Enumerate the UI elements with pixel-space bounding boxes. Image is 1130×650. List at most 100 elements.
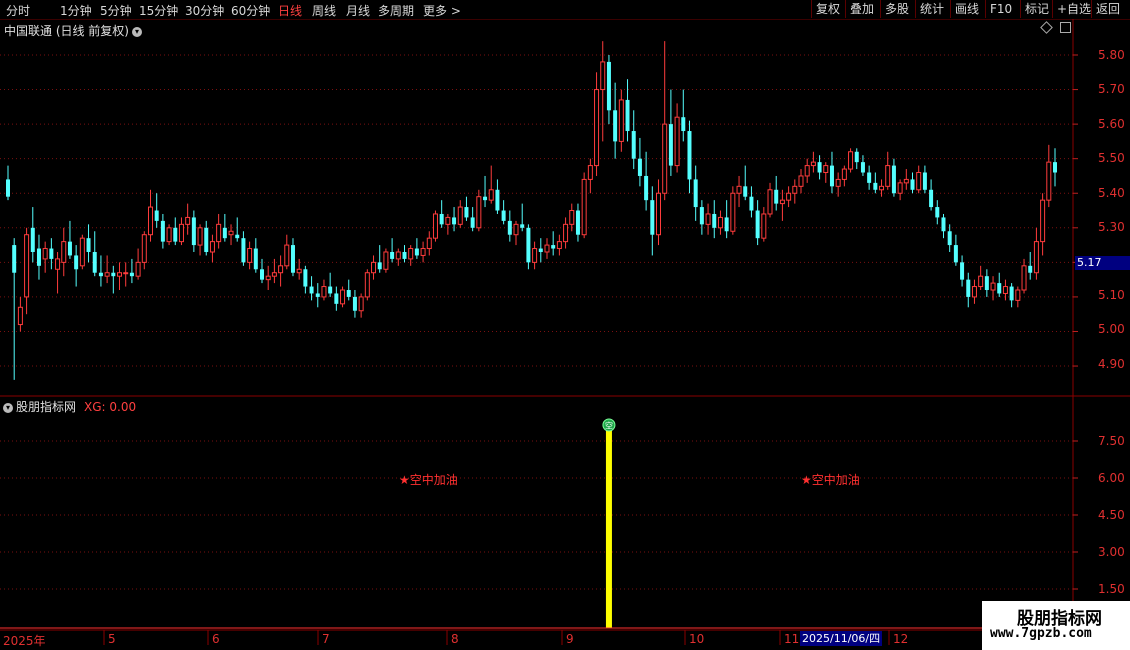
candle bbox=[953, 234, 958, 266]
candle-body bbox=[848, 151, 854, 170]
candle bbox=[637, 137, 642, 187]
candle-body bbox=[483, 196, 488, 201]
date-tick-label: 2025年 bbox=[3, 634, 46, 648]
indicator-name: 股朋指标网 bbox=[16, 400, 77, 414]
price-tick-label: 5.10 bbox=[1098, 288, 1125, 302]
candle bbox=[358, 293, 364, 318]
candle bbox=[426, 231, 432, 256]
candle bbox=[17, 296, 23, 332]
candle-body bbox=[712, 213, 717, 228]
candle bbox=[321, 279, 327, 301]
candle-body bbox=[457, 206, 463, 225]
candle-body bbox=[30, 227, 35, 252]
candle-body bbox=[247, 248, 253, 263]
candle-body bbox=[693, 179, 698, 208]
candle-body bbox=[86, 238, 91, 252]
candle bbox=[767, 182, 773, 218]
candle bbox=[829, 151, 834, 194]
candle bbox=[947, 224, 952, 252]
price-tick-label: 5.00 bbox=[1098, 322, 1125, 336]
candle-body bbox=[526, 227, 531, 263]
candle-body bbox=[340, 289, 346, 305]
candlestick-chart[interactable]: 空空 bbox=[0, 0, 1130, 650]
candle-body bbox=[513, 223, 519, 236]
candle bbox=[24, 227, 30, 315]
price-tick-label: 5.40 bbox=[1098, 186, 1125, 200]
chevron-down-icon[interactable]: ▾ bbox=[3, 402, 13, 413]
candle bbox=[253, 238, 258, 273]
candle-body bbox=[644, 175, 649, 201]
candle-body bbox=[885, 165, 891, 187]
candle-body bbox=[98, 272, 103, 277]
candle bbox=[873, 172, 878, 194]
candle bbox=[457, 200, 463, 228]
candle bbox=[600, 41, 606, 142]
candle-body bbox=[613, 110, 618, 142]
candle bbox=[147, 189, 153, 242]
candle-body bbox=[160, 220, 165, 242]
candle bbox=[61, 227, 67, 277]
candle bbox=[867, 165, 872, 190]
candle bbox=[755, 200, 760, 246]
price-tick-label: 5.50 bbox=[1098, 151, 1125, 165]
candle-body bbox=[296, 268, 302, 274]
candle-body bbox=[6, 179, 10, 197]
candle bbox=[662, 41, 668, 201]
candle bbox=[1046, 144, 1052, 208]
candle-body bbox=[117, 272, 123, 277]
candle-body bbox=[104, 272, 110, 277]
candle bbox=[674, 103, 680, 173]
candle bbox=[990, 276, 996, 301]
signal-label: ★空中加油 bbox=[801, 473, 860, 487]
candle-body bbox=[346, 290, 351, 297]
candle-body bbox=[730, 192, 736, 232]
candle-body bbox=[960, 262, 965, 280]
candle bbox=[743, 165, 748, 201]
candle-body bbox=[662, 123, 668, 194]
candle-body bbox=[594, 89, 600, 167]
candle-body bbox=[352, 296, 357, 311]
candle bbox=[395, 248, 401, 266]
indicator-title: ▾ 股朋指标网 XG: 0.00 bbox=[3, 398, 136, 415]
price-tick-label: 5.70 bbox=[1098, 82, 1125, 96]
candle-body bbox=[426, 237, 432, 250]
candle bbox=[971, 279, 977, 304]
candle-body bbox=[705, 213, 711, 225]
candle bbox=[377, 245, 382, 273]
candle bbox=[650, 186, 655, 256]
date-tick-label: 11 bbox=[784, 632, 800, 646]
candle-body bbox=[854, 151, 859, 163]
candle bbox=[12, 238, 17, 380]
candle-body bbox=[860, 162, 865, 173]
date-tick-label: 6 bbox=[212, 632, 220, 646]
candle-body bbox=[303, 269, 308, 287]
candle-body bbox=[971, 286, 977, 298]
candle bbox=[717, 210, 723, 235]
candle bbox=[464, 196, 469, 221]
candle-body bbox=[966, 279, 971, 297]
candle-body bbox=[551, 245, 556, 249]
candle bbox=[371, 255, 377, 280]
candle bbox=[67, 220, 72, 259]
candle bbox=[476, 189, 482, 232]
candle-body bbox=[556, 241, 562, 250]
candle bbox=[935, 200, 940, 225]
candle-body bbox=[1033, 241, 1039, 274]
candle-body bbox=[817, 162, 822, 173]
candle bbox=[631, 110, 636, 170]
candle-body bbox=[798, 175, 804, 187]
candle-body bbox=[600, 61, 606, 91]
candle bbox=[823, 162, 829, 183]
candle-body bbox=[495, 189, 500, 211]
candle-body bbox=[328, 286, 333, 294]
candle-body bbox=[135, 261, 141, 277]
date-tick-label: 9 bbox=[566, 632, 574, 646]
candle-body bbox=[786, 192, 792, 201]
candle bbox=[166, 224, 172, 246]
indicator-tick-label: 1.50 bbox=[1098, 582, 1125, 596]
candle bbox=[42, 241, 48, 273]
candle bbox=[488, 165, 494, 204]
watermark-url: www.7gpzb.com bbox=[990, 626, 1092, 641]
price-tick-label: 5.60 bbox=[1098, 117, 1125, 131]
candle bbox=[55, 251, 61, 294]
